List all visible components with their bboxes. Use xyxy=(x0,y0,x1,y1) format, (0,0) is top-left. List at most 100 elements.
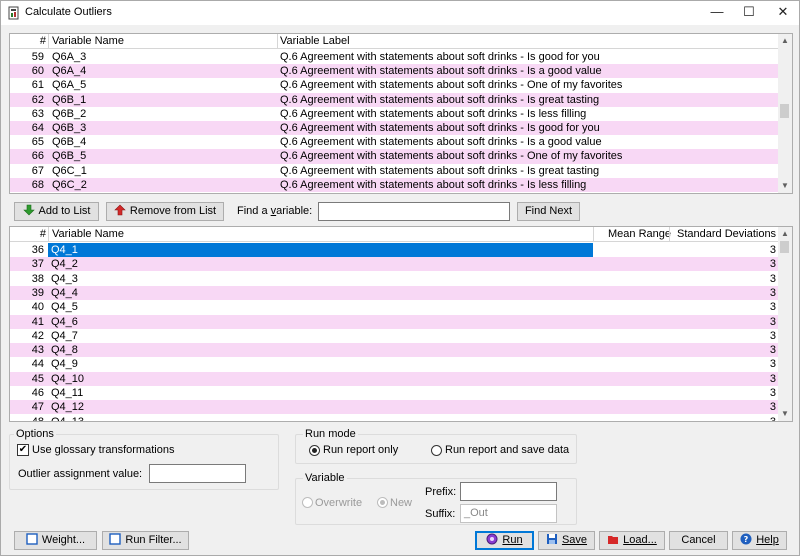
suffix-input[interactable]: _Out xyxy=(460,504,557,523)
prefix-input[interactable] xyxy=(460,482,557,501)
remove-from-list-button[interactable]: Remove from List xyxy=(106,202,224,221)
variable-label-cell: Q.6 Agreement with statements about soft… xyxy=(280,65,602,78)
std-deviations-cell: 3 xyxy=(769,315,776,328)
run-report-and-save-radio[interactable] xyxy=(431,445,442,456)
maximize-button[interactable]: ☐ xyxy=(731,1,767,25)
run-report-only-label[interactable]: Run report only xyxy=(323,444,398,456)
variable-name-cell: Q6B_3 xyxy=(52,122,87,134)
row-number: 59 xyxy=(31,51,44,63)
col-num-header[interactable]: # xyxy=(10,35,46,47)
table-row[interactable]: 44 Q4_9 3 xyxy=(10,357,780,371)
table-row[interactable]: 62 Q6B_1 Q.6 Agreement with statements abo… xyxy=(10,92,780,107)
overwrite-label: Overwrite xyxy=(315,497,363,509)
table-row[interactable]: 68 Q6C_2 Q.6 Agreement with statements abo… xyxy=(10,177,780,192)
bottom-list-scrollbar[interactable]: ▲ ▼ xyxy=(778,227,792,421)
scroll-up-icon[interactable]: ▲ xyxy=(778,227,792,241)
close-button[interactable]: ✕ xyxy=(765,1,800,25)
variable-label-cell: Q.6 Agreement with statements about soft… xyxy=(280,178,587,191)
std-deviations-cell: 3 xyxy=(769,301,776,314)
std-deviations-cell: 3 xyxy=(769,286,776,299)
table-row[interactable]: 63 Q6B_2 Q.6 Agreement with statements abo… xyxy=(10,107,780,121)
overwrite-radio[interactable] xyxy=(302,497,313,508)
row-number: 64 xyxy=(31,122,44,134)
table-row[interactable]: 46 Q4_11 3 xyxy=(10,386,780,400)
floppy-disk-icon xyxy=(546,534,557,544)
find-variable-input[interactable] xyxy=(318,202,510,221)
top-list-scrollbar[interactable]: ▲ ▼ xyxy=(778,34,792,193)
run-report-only-radio[interactable] xyxy=(309,445,320,456)
find-next-button[interactable]: Find Next xyxy=(517,202,580,221)
save-button[interactable]: Save xyxy=(538,531,595,550)
list-header: # Variable Name Mean Range Standard Devi… xyxy=(10,227,780,242)
new-label: New xyxy=(390,497,413,509)
table-row[interactable]: 47 Q4_12 3 xyxy=(10,400,780,415)
use-glossary-checkbox[interactable]: ✔ xyxy=(17,444,29,456)
table-row[interactable]: 60 Q6A_4 Q.6 Agreement with statements abo… xyxy=(10,64,780,79)
calculate-outliers-window: Calculate Outliers — ☐ ✕ # Variable Name… xyxy=(0,0,800,556)
run-report-and-save-label[interactable]: Run report and save data xyxy=(445,444,569,456)
prefix-label: Prefix: xyxy=(425,486,457,498)
weight-button[interactable]: Weight... xyxy=(14,531,97,550)
add-to-list-button[interactable]: Add to List xyxy=(14,202,99,221)
run-filter-button[interactable]: Run Filter... xyxy=(102,531,189,550)
col-num-header[interactable]: # xyxy=(10,228,46,240)
variable-name-cell: Q4_10 xyxy=(51,372,85,385)
row-number: 62 xyxy=(31,93,44,106)
checkmark-icon: ✔ xyxy=(18,444,28,455)
variable-label-cell: Q.6 Agreement with statements about soft… xyxy=(280,51,600,63)
row-number: 68 xyxy=(31,178,44,191)
variable-name-cell: Q6B_4 xyxy=(52,136,87,149)
variable-name-cell: Q4_3 xyxy=(51,272,78,285)
window-title: Calculate Outliers xyxy=(25,6,112,18)
table-row[interactable]: 42 Q4_7 3 xyxy=(10,329,780,343)
all-variables-list[interactable]: # Variable Name Variable Label 59 Q6A_3 Q.… xyxy=(9,33,793,194)
col-std-deviations-header[interactable]: Standard Deviations xyxy=(677,228,776,240)
table-row[interactable]: 61 Q6A_5 Q.6 Agreement with statements abo… xyxy=(10,78,780,92)
weight-icon xyxy=(26,533,38,545)
table-row[interactable]: 59 Q6A_3 Q.6 Agreement with statements abo… xyxy=(10,50,780,64)
new-radio[interactable] xyxy=(377,497,388,508)
row-number: 65 xyxy=(31,136,44,149)
table-row[interactable]: 39 Q4_4 3 xyxy=(10,285,780,301)
table-row[interactable]: 40 Q4_5 3 xyxy=(10,300,780,314)
table-row[interactable]: 37 Q4_2 3 xyxy=(10,257,780,272)
find-variable-label: Find a variable: xyxy=(237,205,313,217)
run-button[interactable]: Run xyxy=(475,531,534,550)
load-button[interactable]: Load... xyxy=(599,531,665,550)
table-row[interactable]: 67 Q6C_1 Q.6 Agreement with statements abo… xyxy=(10,164,780,178)
scroll-thumb[interactable] xyxy=(780,241,789,253)
scroll-down-icon[interactable]: ▼ xyxy=(778,407,792,421)
scroll-down-icon[interactable]: ▼ xyxy=(778,179,792,193)
table-row[interactable]: 38 Q4_3 3 xyxy=(10,272,780,286)
table-row[interactable]: 65 Q6B_4 Q.6 Agreement with statements abo… xyxy=(10,135,780,149)
filter-icon xyxy=(109,533,122,545)
table-row[interactable]: 48 Q4_13 3 xyxy=(10,415,780,421)
std-deviations-cell: 3 xyxy=(769,272,776,285)
col-variable-name-header[interactable]: Variable Name xyxy=(52,35,124,47)
variable-label-cell: Q.6 Agreement with statements about soft… xyxy=(280,93,600,106)
scroll-up-icon[interactable]: ▲ xyxy=(778,34,792,48)
table-row[interactable]: 45 Q4_10 3 xyxy=(10,371,780,386)
minimize-button[interactable]: — xyxy=(699,1,735,25)
row-number: 66 xyxy=(31,150,44,163)
selected-variables-list[interactable]: # Variable Name Mean Range Standard Devi… xyxy=(9,226,793,422)
col-mean-range-header[interactable]: Mean Range xyxy=(608,228,671,240)
table-row[interactable]: 43 Q4_8 3 xyxy=(10,343,780,358)
row-number: 45 xyxy=(31,372,44,385)
use-glossary-label[interactable]: Use glossary transformations xyxy=(32,444,174,456)
row-number: 37 xyxy=(31,258,44,271)
table-row[interactable]: 64 Q6B_3 Q.6 Agreement with statements abo… xyxy=(10,121,780,136)
table-row[interactable]: 41 Q4_6 3 xyxy=(10,314,780,329)
table-row[interactable]: 36 Q4_1 3 xyxy=(10,243,780,258)
std-deviations-cell: 3 xyxy=(769,329,776,342)
table-row[interactable]: 66 Q6B_5 Q.6 Agreement with statements abo… xyxy=(10,149,780,164)
outlier-assignment-label: Outlier assignment value: xyxy=(18,468,143,480)
col-variable-label-header[interactable]: Variable Label xyxy=(280,35,350,47)
scroll-thumb[interactable] xyxy=(780,104,789,118)
outlier-assignment-input[interactable] xyxy=(149,464,246,483)
run-mode-group-title: Run mode xyxy=(303,428,358,440)
col-variable-name-header[interactable]: Variable Name xyxy=(52,228,124,240)
list-header: # Variable Name Variable Label xyxy=(10,34,780,49)
cancel-button[interactable]: Cancel xyxy=(669,531,728,550)
help-button[interactable]: ? Help xyxy=(732,531,787,550)
